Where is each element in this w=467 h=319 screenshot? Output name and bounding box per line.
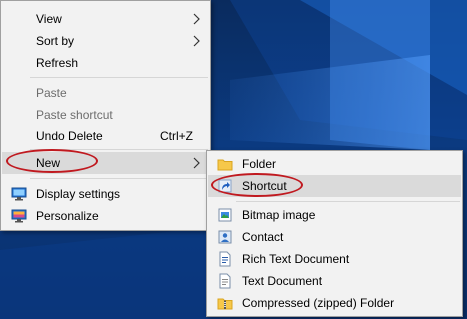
submenu-item-folder[interactable]: Folder — [208, 153, 461, 175]
personalize-icon — [11, 209, 27, 223]
new-submenu: Folder Shortcut Bitmap image Contact Ric… — [206, 150, 463, 317]
menu-item-label: Paste — [36, 86, 67, 100]
chevron-right-icon — [193, 157, 200, 169]
menu-item-label: Personalize — [36, 209, 99, 223]
submenu-item-text-document[interactable]: Text Document — [208, 270, 461, 292]
menu-item-personalize[interactable]: Personalize — [2, 205, 209, 227]
bitmap-image-icon — [218, 208, 232, 222]
menu-item-label: Refresh — [36, 56, 79, 70]
menu-separator — [30, 77, 208, 78]
chevron-right-icon — [193, 13, 200, 25]
chevron-right-icon — [193, 35, 200, 47]
menu-item-shortcut: Ctrl+Z — [160, 129, 193, 143]
menu-item-undo-delete[interactable]: Undo Delete Ctrl+Z — [2, 125, 209, 147]
submenu-item-label: Shortcut — [242, 179, 287, 193]
menu-item-label: Paste shortcut — [36, 108, 113, 122]
submenu-item-label: Folder — [242, 157, 277, 171]
menu-item-label: New — [36, 156, 61, 170]
zip-folder-icon — [217, 298, 233, 310]
menu-item-new[interactable]: New — [2, 152, 209, 174]
menu-separator — [30, 149, 208, 150]
menu-item-paste[interactable]: Paste — [2, 82, 209, 104]
submenu-item-shortcut[interactable]: Shortcut — [208, 175, 461, 197]
rich-text-document-icon — [219, 251, 231, 267]
submenu-item-compressed-folder[interactable]: Compressed (zipped) Folder — [208, 292, 461, 314]
menu-item-label: Display settings — [36, 187, 121, 201]
folder-icon — [217, 159, 233, 171]
submenu-item-label: Text Document — [242, 274, 323, 288]
contact-icon — [218, 230, 232, 244]
submenu-item-rich-text-document[interactable]: Rich Text Document — [208, 248, 461, 270]
submenu-item-contact[interactable]: Contact — [208, 226, 461, 248]
submenu-item-bitmap-image[interactable]: Bitmap image — [208, 204, 461, 226]
submenu-item-label: Contact — [242, 230, 284, 244]
shortcut-icon — [218, 179, 232, 193]
display-settings-icon — [11, 187, 27, 201]
menu-item-view[interactable]: View — [2, 8, 209, 30]
menu-item-label: View — [36, 12, 62, 26]
submenu-item-label: Bitmap image — [242, 208, 316, 222]
text-document-icon — [219, 273, 231, 289]
submenu-item-label: Rich Text Document — [242, 252, 350, 266]
menu-item-display-settings[interactable]: Display settings — [2, 183, 209, 205]
menu-separator — [236, 201, 460, 202]
menu-item-label: Sort by — [36, 34, 75, 48]
desktop-context-menu: View Sort by Refresh Paste Paste shortcu… — [0, 0, 211, 231]
menu-item-sort-by[interactable]: Sort by — [2, 30, 209, 52]
menu-item-paste-shortcut[interactable]: Paste shortcut — [2, 104, 209, 126]
submenu-item-label: Compressed (zipped) Folder — [242, 296, 395, 310]
menu-separator — [30, 178, 208, 179]
menu-item-label: Undo Delete — [36, 129, 103, 143]
menu-item-refresh[interactable]: Refresh — [2, 52, 209, 74]
